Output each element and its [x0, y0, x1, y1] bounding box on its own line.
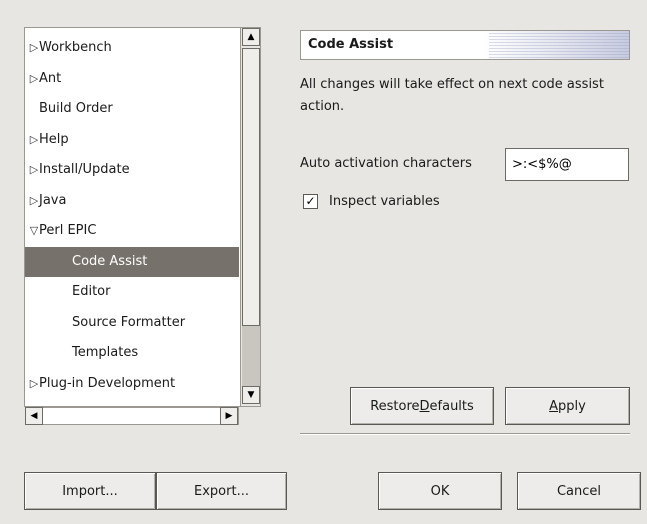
tree-item-label: Ant — [39, 70, 62, 86]
tree-item-install-update[interactable]: ▷ Install/Update — [25, 155, 239, 186]
scroll-up-arrow-icon[interactable]: ▲ — [242, 28, 260, 46]
apply-button[interactable]: Apply — [505, 387, 630, 425]
auto-activation-label: Auto activation characters — [300, 156, 472, 171]
apply-mnemonic: A — [549, 398, 559, 414]
tree-list: ▷ Workbench ▷ Ant Build Order ▷ Help ▷ Install/U… — [25, 33, 239, 399]
ok-button[interactable]: OK — [378, 472, 502, 510]
scroll-left-arrow-icon[interactable]: ◀ — [25, 407, 43, 425]
tree-item-label: Help — [39, 131, 69, 147]
tree-item-source-formatter[interactable]: Source Formatter — [25, 308, 239, 339]
tree-item-help[interactable]: ▷ Help — [25, 125, 239, 156]
tree-item-build-order[interactable]: Build Order — [25, 94, 239, 125]
restore-defaults-label-pre: Restore — [370, 398, 420, 414]
tree-vertical-scrollbar[interactable]: ▲ ▼ — [240, 28, 260, 406]
horizontal-scroll-thumb[interactable] — [44, 408, 222, 424]
vertical-scroll-track[interactable] — [242, 326, 260, 386]
tree-item-label: Java — [39, 192, 67, 208]
tree-item-label: Install/Update — [39, 162, 130, 177]
tree-item-label: Templates — [72, 345, 139, 360]
tree-item-label: Editor — [72, 284, 111, 299]
export-button[interactable]: Export... — [156, 472, 287, 510]
tree-item-editor[interactable]: Editor — [25, 277, 239, 308]
checkmark-icon: ✓ — [305, 194, 316, 208]
tree-item-plug-in-development[interactable]: ▷ Plug-in Development — [25, 369, 239, 400]
tree-item-label: Perl EPIC — [39, 223, 97, 238]
tree-item-code-assist[interactable]: Code Assist — [25, 246, 239, 277]
scroll-down-arrow-icon[interactable]: ▼ — [242, 386, 260, 404]
restore-defaults-button[interactable]: Restore Defaults — [350, 387, 494, 425]
tree-item-ant[interactable]: ▷ Ant — [25, 64, 239, 95]
scroll-right-arrow-icon[interactable]: ▶ — [220, 407, 238, 425]
vertical-scroll-thumb[interactable] — [242, 48, 260, 326]
tree-item-java[interactable]: ▷ Java — [25, 186, 239, 217]
tree-item-workbench[interactable]: ▷ Workbench — [25, 33, 239, 64]
inspect-variables-label: Inspect variables — [329, 194, 440, 209]
tree-item-label: Plug-in Development — [39, 375, 176, 391]
tree-item-label: Workbench — [39, 40, 112, 55]
tree-horizontal-scrollbar[interactable]: ◀ ▶ — [25, 407, 239, 425]
import-button[interactable]: Import... — [24, 472, 156, 510]
page-title: Code Assist — [300, 30, 630, 60]
preferences-tree[interactable]: ▷ Workbench ▷ Ant Build Order ▷ Help ▷ Install/U… — [24, 27, 261, 407]
page-description: All changes will take effect on next cod… — [300, 77, 604, 114]
inspect-variables-checkbox[interactable]: ✓ — [303, 194, 318, 209]
apply-label-post: pply — [558, 398, 586, 414]
tree-item-templates[interactable]: Templates — [25, 338, 239, 369]
tree-item-label: Build Order — [39, 101, 113, 116]
auto-activation-field[interactable]: >:<$%@ — [505, 148, 629, 181]
tree-item-label: Source Formatter — [72, 314, 186, 330]
cancel-button[interactable]: Cancel — [517, 472, 641, 510]
restore-defaults-mnemonic: D — [419, 398, 430, 414]
tree-item-perl-epic[interactable]: ▽ Perl EPIC — [25, 216, 239, 247]
separator — [300, 433, 630, 435]
restore-defaults-label-post: efaults — [429, 398, 474, 414]
tree-item-label: Code Assist — [72, 253, 148, 269]
